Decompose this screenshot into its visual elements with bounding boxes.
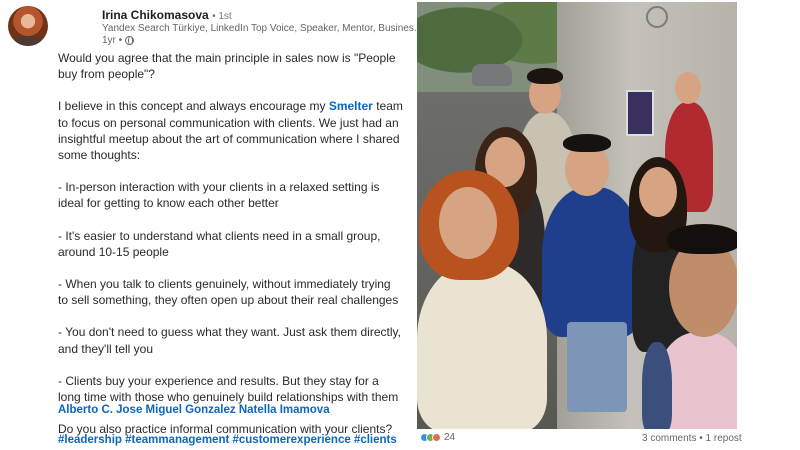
post-meta: 1yr • [102,35,135,46]
bullet-2: - It's easier to understand what clients… [58,228,381,259]
post-time: 1yr • [102,35,123,46]
photo-person-blue-jacket [542,187,642,337]
photo-car [472,64,512,86]
support-reaction-icon [432,433,441,442]
post-body: Would you agree that the main principle … [58,50,403,437]
photo-face [439,187,497,259]
photo-building-emblem [646,6,668,28]
post-paragraph-2-start: I believe in this concept and always enc… [58,99,329,114]
connection-degree: • 1st [212,11,232,22]
post-paragraph-2: I believe in this concept and always enc… [58,98,403,163]
author-avatar[interactable] [8,6,48,46]
photo-person-redhead [417,262,547,429]
photo-jeans [567,322,627,412]
people-mentions[interactable]: Alberto C. Jose Miguel Gonzalez Natella … [58,404,330,416]
reaction-count: 24 [444,432,456,443]
author-name[interactable]: Irina Chikomasova [102,8,209,22]
author-name-line: Irina Chikomasova • 1st [102,8,232,22]
photo-hair [667,224,737,254]
photo-sign [626,90,654,136]
globe-icon [125,36,135,45]
bullet-4: - You don't need to guess what they want… [58,325,401,356]
photo-hair [563,134,611,152]
photo-face [675,72,701,104]
reactions-bar[interactable]: 24 [420,432,455,443]
post-header: Irina Chikomasova • 1st Yandex Search Tü… [8,6,469,48]
author-headline: Yandex Search Türkiye, LinkedIn Top Voic… [102,23,423,34]
bullet-1: - In-person interaction with your client… [58,180,380,211]
post-paragraph-1: Would you agree that the main principle … [58,51,396,82]
photo-jacket [642,342,672,429]
hashtags[interactable]: #leadership #teammanagement #customerexp… [58,434,397,446]
brand-mention-link[interactable]: Smelter [329,99,373,113]
bullet-5: - Clients buy your experience and result… [58,373,399,405]
post-photo[interactable] [417,2,737,429]
post-card: Irina Chikomasova • 1st Yandex Search Tü… [0,0,800,450]
photo-face [639,167,677,217]
bullet-3: - When you talk to clients genuinely, wi… [58,277,399,308]
comments-reposts-count[interactable]: 3 comments • 1 repost [642,433,742,444]
avatar-figure [14,36,42,46]
photo-hair [527,68,563,84]
